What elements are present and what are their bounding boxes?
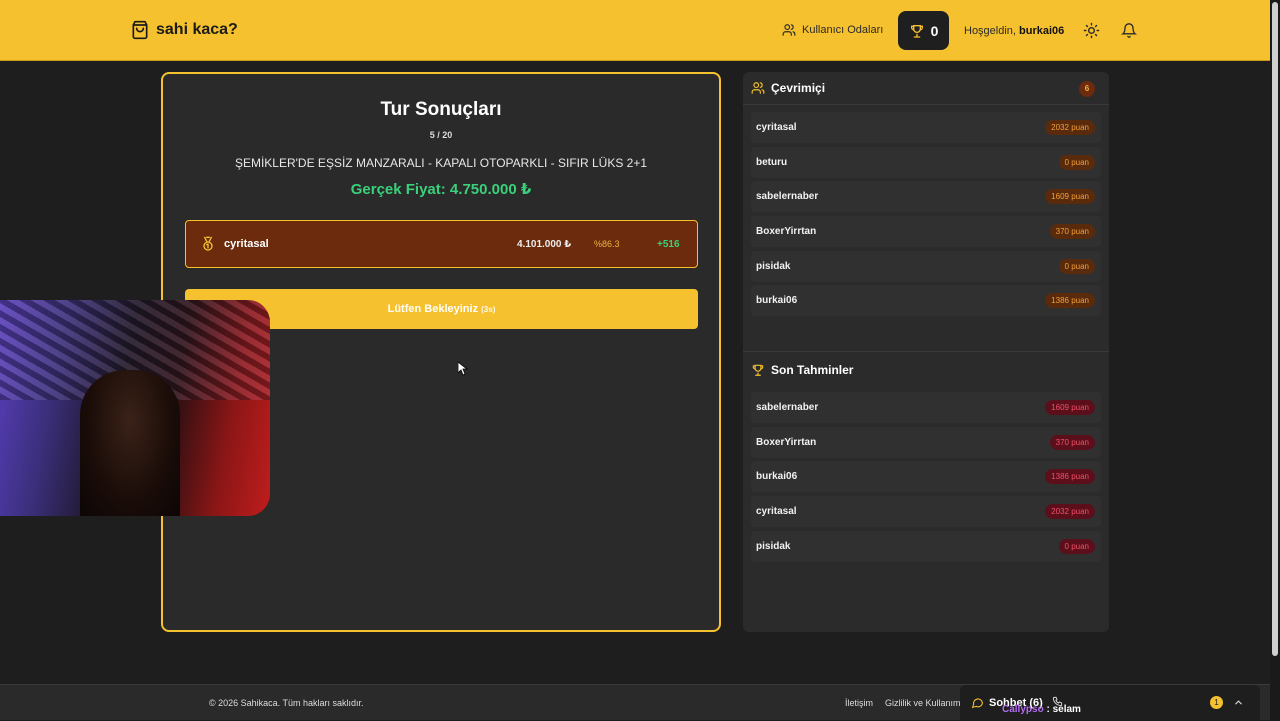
online-count-badge: 6 bbox=[1079, 81, 1095, 97]
result-guess: 4.101.000 ₺ bbox=[517, 239, 572, 250]
theme-toggle-sun-icon[interactable] bbox=[1083, 22, 1100, 39]
user-rooms-label: Kullanıcı Odaları bbox=[802, 24, 884, 36]
list-item[interactable]: burkai06 1386 puan bbox=[751, 461, 1101, 493]
brand-name: sahi kaca? bbox=[156, 21, 238, 38]
player-score-badge: 370 puan bbox=[1049, 224, 1095, 240]
real-price: Gerçek Fiyat: 4.750.000 ₺ bbox=[350, 181, 532, 198]
trophy-icon bbox=[910, 24, 923, 38]
list-item[interactable]: cyritasal 2032 puan bbox=[751, 112, 1101, 143]
users-icon bbox=[782, 24, 796, 36]
footer: © 2026 Sahikaca. Tüm hakları saklıdır. İ… bbox=[0, 684, 1270, 721]
round-counter: 5 / 20 bbox=[429, 130, 453, 140]
medal-icon bbox=[203, 236, 213, 251]
result-player-name: cyritasal bbox=[224, 238, 269, 250]
result-accuracy: %86.3 bbox=[594, 239, 620, 249]
player-name: BoxerYirrtan bbox=[756, 436, 817, 448]
player-score-badge: 1609 puan bbox=[1045, 400, 1095, 415]
list-item[interactable]: pisidak 0 puan bbox=[751, 250, 1101, 282]
please-wait-countdown: (3s) bbox=[481, 305, 496, 314]
section-divider bbox=[743, 351, 1109, 352]
result-points: +516 bbox=[657, 239, 680, 250]
list-item[interactable]: sabelernaber 1609 puan bbox=[751, 392, 1101, 423]
please-wait-label: Lütfen Bekleyiniz bbox=[387, 303, 479, 315]
list-item[interactable]: BoxerYirrtan 370 puan bbox=[751, 426, 1101, 458]
player-name: sabelernaber bbox=[756, 402, 819, 413]
webcam-person bbox=[80, 370, 180, 516]
trophy-button[interactable]: 0 bbox=[898, 11, 949, 50]
recent-guesses-list: sabelernaber 1609 puan BoxerYirrtan 370 pu… bbox=[751, 392, 1101, 565]
contact-link[interactable]: İletişim bbox=[845, 698, 873, 708]
welcome-prefix: Hoşgeldin, bbox=[964, 25, 1016, 37]
player-score-badge: 0 puan bbox=[1058, 538, 1095, 554]
player-score-badge: 1386 puan bbox=[1045, 469, 1095, 485]
trophy-icon bbox=[752, 364, 764, 376]
sidebar-panel: Çevrimiçi 6 cyritasal 2032 puan beturu 0 p… bbox=[743, 72, 1109, 632]
player-score-badge: 1386 puan bbox=[1045, 293, 1095, 309]
player-score-badge: 0 puan bbox=[1058, 154, 1095, 170]
recent-guesses-title: Son Tahminler bbox=[771, 362, 854, 377]
list-item[interactable]: BoxerYirrtan 370 puan bbox=[751, 216, 1101, 248]
shopping-bag-icon bbox=[132, 20, 148, 40]
chat-bar[interactable]: Sohbet (6) Callypso : selam 1 bbox=[960, 685, 1260, 721]
player-score-badge: 1609 puan bbox=[1045, 189, 1095, 205]
list-item[interactable]: pisidak 0 puan bbox=[751, 530, 1101, 562]
chat-bubble-icon bbox=[971, 698, 983, 709]
last-chat-message: Callypso : selam bbox=[1002, 704, 1081, 715]
user-rooms-link[interactable]: Kullanıcı Odaları bbox=[782, 23, 883, 37]
list-item[interactable]: sabelernaber 1609 puan bbox=[751, 181, 1101, 213]
users-icon bbox=[751, 82, 765, 94]
player-name: burkai06 bbox=[756, 471, 798, 483]
copyright-text: © 2026 Sahikaca. Tüm hakları saklıdır. bbox=[209, 698, 364, 708]
player-score-badge: 370 puan bbox=[1049, 434, 1095, 450]
notifications-bell-icon[interactable] bbox=[1121, 22, 1137, 39]
result-row: cyritasal 4.101.000 ₺ %86.3 +516 bbox=[185, 220, 698, 268]
chat-unread-badge: 1 bbox=[1210, 696, 1223, 709]
player-name: cyritasal bbox=[756, 122, 797, 133]
recent-guesses-header: Son Tahminler bbox=[743, 353, 1109, 386]
player-name: burkai06 bbox=[756, 295, 798, 307]
webcam-overlay[interactable] bbox=[0, 300, 270, 516]
player-name: pisidak bbox=[756, 260, 791, 272]
player-name: cyritasal bbox=[756, 506, 797, 518]
list-item[interactable]: beturu 0 puan bbox=[751, 146, 1101, 178]
trophy-count: 0 bbox=[930, 22, 939, 39]
chat-message-text: selam bbox=[1052, 704, 1081, 715]
page-scrollbar[interactable] bbox=[1270, 0, 1280, 720]
player-score-badge: 2032 puan bbox=[1045, 120, 1095, 135]
chat-message-user: Callypso bbox=[1002, 704, 1044, 715]
brand-logo[interactable]: sahi kaca? bbox=[130, 20, 238, 40]
listing-title: ŞEMİKLER'DE EŞSİZ MANZARALI - KAPALI OTO… bbox=[234, 156, 648, 170]
online-title: Çevrimiçi bbox=[771, 81, 826, 95]
chat-message-separator: : bbox=[1043, 704, 1053, 715]
chevron-up-icon[interactable] bbox=[1233, 697, 1244, 708]
player-name: beturu bbox=[756, 156, 788, 168]
player-score-badge: 0 puan bbox=[1058, 258, 1095, 274]
top-navbar: sahi kaca? Kullanıcı Odaları 0 Hoşgeldin… bbox=[0, 0, 1280, 61]
player-name: sabelernaber bbox=[756, 191, 819, 203]
online-player-list: cyritasal 2032 puan beturu 0 puan sabelern… bbox=[751, 112, 1101, 320]
privacy-link[interactable]: Gizlilik ve Kullanım bbox=[885, 698, 961, 708]
mouse-cursor-icon bbox=[458, 362, 468, 376]
scrollbar-thumb[interactable] bbox=[1272, 2, 1278, 656]
player-name: BoxerYirrtan bbox=[756, 226, 817, 238]
round-results-title: Tur Sonuçları bbox=[380, 99, 502, 120]
list-item[interactable]: burkai06 1386 puan bbox=[751, 285, 1101, 317]
online-header: Çevrimiçi 6 bbox=[743, 72, 1109, 105]
username: burkai06 bbox=[1019, 25, 1065, 37]
player-name: pisidak bbox=[756, 540, 791, 552]
welcome-text: Hoşgeldin, burkai06 bbox=[964, 25, 1064, 37]
player-score-badge: 2032 puan bbox=[1045, 504, 1095, 520]
list-item[interactable]: cyritasal 2032 puan bbox=[751, 496, 1101, 528]
